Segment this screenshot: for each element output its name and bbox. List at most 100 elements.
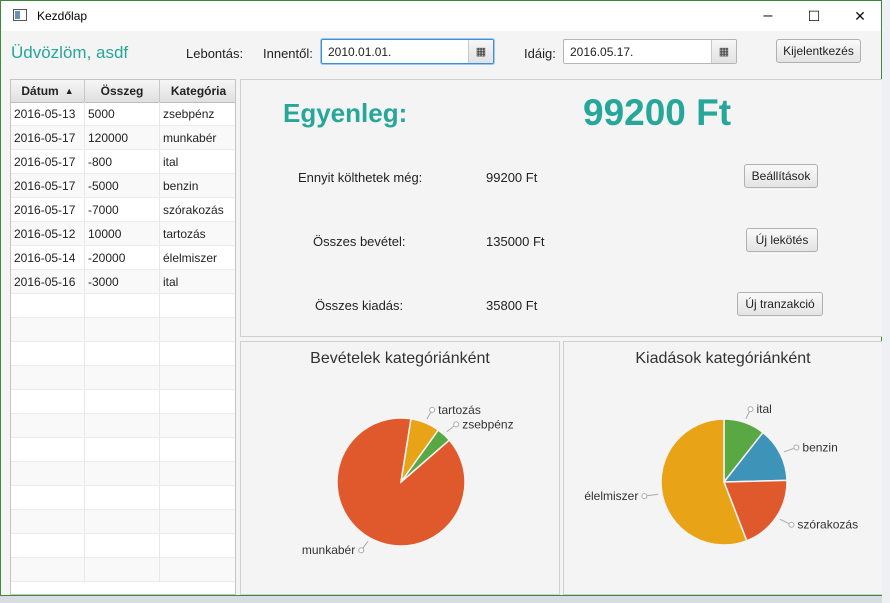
table-row[interactable] [11, 294, 235, 318]
cell-date: 2016-05-17 [11, 126, 85, 150]
minimize-button[interactable]: – [745, 1, 791, 31]
cell-category [160, 486, 235, 510]
to-date-picker[interactable]: 2016.05.17. ▦ [563, 39, 737, 64]
table-row[interactable] [11, 558, 235, 582]
table-header: Dátum ▲ Összeg Kategória [11, 80, 235, 103]
cell-date: 2016-05-14 [11, 246, 85, 270]
table-row[interactable] [11, 342, 235, 366]
cell-date: 2016-05-13 [11, 102, 85, 126]
income-label: Összes bevétel: [313, 234, 406, 249]
cell-category [160, 390, 235, 414]
remaining-value: 99200 Ft [486, 170, 538, 185]
table-row[interactable] [11, 510, 235, 534]
table-row[interactable]: 2016-05-16 -3000 ital [11, 270, 235, 294]
table-row[interactable]: 2016-05-17 -7000 szórakozás [11, 198, 235, 222]
table-row[interactable]: 2016-05-17 120000 munkabér [11, 126, 235, 150]
balance-label: Egyenleg: [283, 98, 408, 128]
logout-button[interactable]: Kijelentkezés [776, 39, 861, 63]
cell-category: ital [163, 155, 179, 169]
to-date-label: Idáig: [524, 46, 556, 61]
cell-category [160, 342, 235, 366]
table-row[interactable] [11, 534, 235, 558]
cell-category [160, 534, 235, 558]
table-row[interactable]: 2016-05-17 -5000 benzin [11, 174, 235, 198]
cell-category: élelmiszer [163, 251, 218, 265]
cell-category [160, 510, 235, 534]
table-row[interactable] [11, 390, 235, 414]
column-header-date[interactable]: Dátum ▲ [11, 80, 85, 102]
main-window: Kezdőlap – ☐ ✕ Üdvözlöm, asdf Lebontás: … [0, 0, 883, 596]
cell-amount: -5000 [85, 174, 160, 198]
table-row[interactable]: 2016-05-14 -20000 élelmiszer [11, 246, 235, 270]
cell-category: szórakozás [163, 203, 224, 217]
cell-amount [85, 318, 160, 342]
table-row[interactable] [11, 318, 235, 342]
table-row[interactable] [11, 438, 235, 462]
cell-amount: 120000 [85, 126, 160, 150]
app-icon [13, 9, 27, 21]
table-row[interactable] [11, 462, 235, 486]
cell-date [11, 414, 85, 438]
column-header-amount[interactable]: Összeg [85, 80, 160, 102]
window-title: Kezdőlap [37, 9, 88, 23]
cell-date: 2016-05-12 [11, 222, 85, 246]
cell-category: munkabér [163, 131, 217, 145]
cell-amount: 10000 [85, 222, 160, 246]
close-button[interactable]: ✕ [837, 1, 883, 31]
cell-date: 2016-05-17 [11, 150, 85, 174]
pie-label-dot [429, 406, 436, 413]
welcome-text: Üdvözlöm, asdf [11, 43, 129, 62]
summary-panel: Egyenleg: 99200 Ft Ennyit költhetek még:… [240, 79, 883, 337]
table-row[interactable]: 2016-05-13 5000 zsebpénz [11, 102, 235, 126]
from-date-label: Innentől: [263, 46, 313, 61]
pie-label-ital: ital [757, 402, 772, 416]
table-row[interactable] [11, 366, 235, 390]
income-pie-chart: munkabér tartozászsebpénz [302, 403, 514, 557]
cell-amount [85, 342, 160, 366]
cell-category [160, 438, 235, 462]
calendar-icon[interactable]: ▦ [468, 40, 493, 63]
cell-date [11, 294, 85, 318]
maximize-button[interactable]: ☐ [791, 1, 837, 31]
cell-category: tartozás [163, 227, 206, 241]
sort-ascending-icon: ▲ [64, 86, 74, 96]
to-date-value[interactable]: 2016.05.17. [570, 45, 633, 59]
cell-amount [85, 438, 160, 462]
title-bar: Kezdőlap – ☐ ✕ [1, 1, 881, 31]
column-header-category[interactable]: Kategória [160, 80, 235, 102]
cell-amount: -800 [85, 150, 160, 174]
filter-label: Lebontás: [186, 46, 244, 61]
income-chart-panel: Bevételek kategóriánként munkabér tartozá… [240, 341, 560, 595]
cell-amount [85, 390, 160, 414]
pie-label-szórakozás: szórakozás [797, 518, 858, 532]
remaining-label: Ennyit költhetek még: [298, 170, 423, 185]
cell-amount [85, 534, 160, 558]
background-window-edge [882, 0, 890, 603]
table-row[interactable] [11, 414, 235, 438]
toolbar: Üdvözlöm, asdf Lebontás: Innentől: 2010.… [1, 31, 881, 77]
table-row[interactable]: 2016-05-17 -800 ital [11, 150, 235, 174]
from-date-value[interactable]: 2010.01.01. [328, 45, 391, 59]
cell-category [160, 462, 235, 486]
table-row[interactable] [11, 486, 235, 510]
balance-value: 99200 Ft [583, 92, 732, 133]
pie-label-élelmiszer: élelmiszer [584, 489, 638, 503]
cell-date [11, 438, 85, 462]
new-deposit-button[interactable]: Új lekötés [746, 228, 818, 252]
new-transaction-button[interactable]: Új tranzakció [737, 292, 823, 316]
expense-label: Összes kiadás: [315, 298, 404, 313]
cell-category [160, 318, 235, 342]
cell-amount: -20000 [85, 246, 160, 270]
calendar-icon[interactable]: ▦ [711, 40, 736, 63]
transactions-table[interactable]: Dátum ▲ Összeg Kategória 2016-05-13 5000 z… [10, 79, 236, 595]
pie-label-dot [747, 406, 754, 413]
cell-category [160, 558, 235, 582]
from-date-picker[interactable]: 2010.01.01. ▦ [321, 39, 494, 64]
table-row[interactable]: 2016-05-12 10000 tartozás [11, 222, 235, 246]
settings-button[interactable]: Beállítások [744, 164, 818, 188]
pie-label-dot [358, 547, 365, 554]
cell-category: benzin [163, 179, 199, 193]
pie-label-dot [453, 421, 460, 428]
pie-label-tartozás: tartozás [438, 403, 481, 417]
income-value: 135000 Ft [486, 234, 545, 249]
